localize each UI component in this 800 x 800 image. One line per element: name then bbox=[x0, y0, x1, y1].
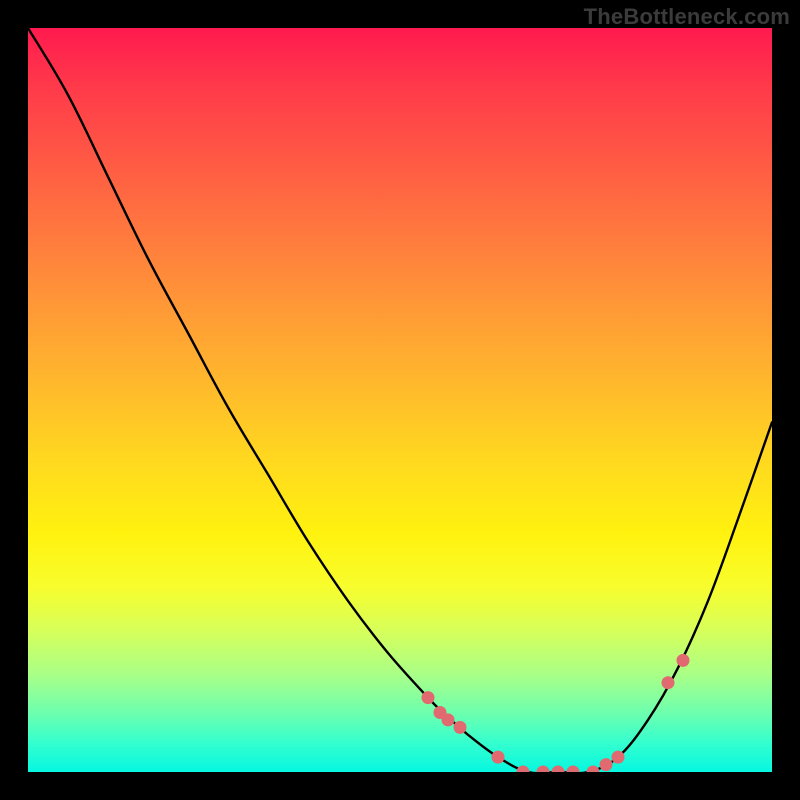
chart-container: TheBottleneck.com bbox=[0, 0, 800, 800]
bottleneck-curve bbox=[28, 28, 772, 772]
watermark-text: TheBottleneck.com bbox=[584, 4, 790, 30]
highlight-dot bbox=[454, 721, 467, 734]
highlight-dot bbox=[442, 713, 455, 726]
highlight-dot bbox=[587, 766, 600, 773]
plot-area bbox=[28, 28, 772, 772]
highlight-dot bbox=[612, 751, 625, 764]
highlight-dot bbox=[552, 766, 565, 773]
curve-svg bbox=[28, 28, 772, 772]
highlight-dot bbox=[422, 691, 435, 704]
highlight-dot bbox=[537, 766, 550, 773]
highlight-dot bbox=[517, 766, 530, 773]
highlight-dot bbox=[567, 766, 580, 773]
highlight-dot bbox=[662, 676, 675, 689]
highlight-dots bbox=[422, 654, 690, 772]
highlight-dot bbox=[677, 654, 690, 667]
highlight-dot bbox=[600, 758, 613, 771]
highlight-dot bbox=[492, 751, 505, 764]
